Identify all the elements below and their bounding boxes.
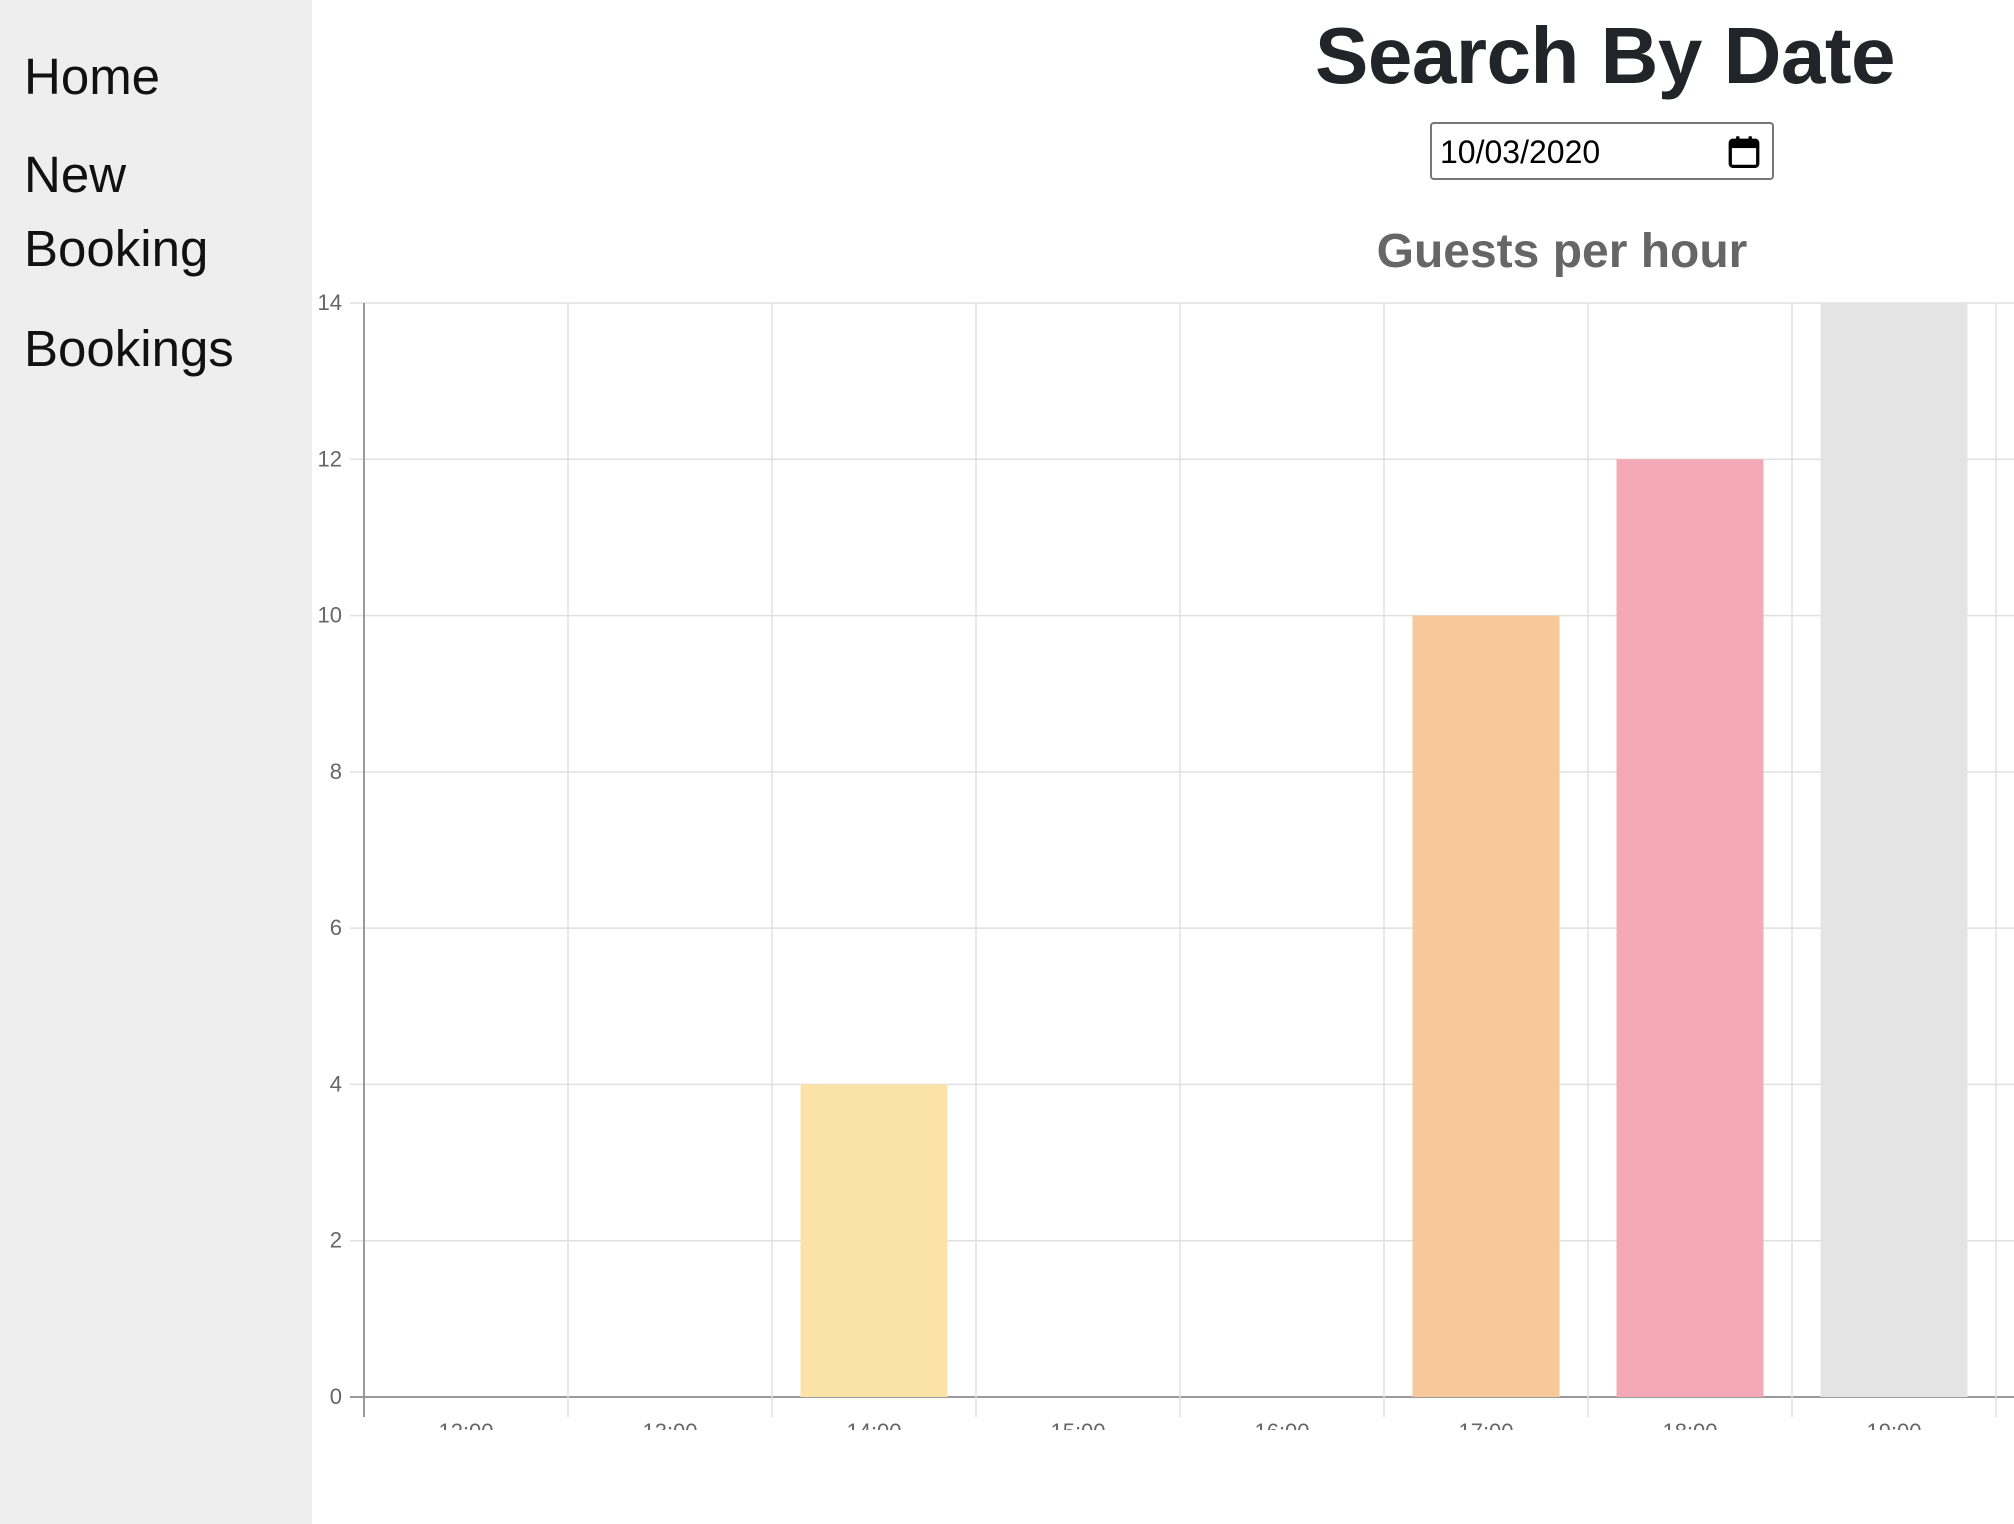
nav-link-new-booking-line2: Booking: [24, 220, 209, 277]
nav-link-bookings[interactable]: Bookings: [24, 312, 294, 386]
y-tick-label: 8: [330, 759, 342, 784]
bar[interactable]: [1412, 615, 1560, 1397]
y-tick-label: 0: [330, 1384, 342, 1409]
y-tick-label: 4: [330, 1071, 342, 1096]
y-tick-label: 2: [330, 1228, 342, 1253]
nav-link-new-booking[interactable]: New Booking: [24, 138, 294, 286]
date-input[interactable]: 10/03/2020: [1430, 122, 1774, 180]
bar[interactable]: [1820, 303, 1968, 1397]
bar-chart: Guests per hour 0 2 4 6 8 10 12 14 12:00 13:00 14:…: [318, 225, 2014, 1430]
y-tick-label: 6: [330, 915, 342, 940]
sidebar: Home New Booking Bookings: [0, 0, 312, 1524]
y-tick-label: 14: [318, 290, 342, 315]
x-tick-label: 13:00: [642, 1419, 697, 1430]
x-tick-label: 16:00: [1254, 1419, 1309, 1430]
chart-title: Guests per hour: [1377, 225, 1748, 278]
x-tick-label: 18:00: [1662, 1419, 1717, 1430]
nav-link-home[interactable]: Home: [24, 40, 294, 114]
date-input-value[interactable]: 10/03/2020: [1440, 134, 1600, 171]
x-tick-label: 14:00: [846, 1419, 901, 1430]
bar[interactable]: [800, 1084, 948, 1397]
x-tick-label: 12:00: [438, 1419, 493, 1430]
bar[interactable]: [1616, 459, 1764, 1397]
y-tick-label: 10: [318, 603, 342, 628]
calendar-icon[interactable]: [1728, 135, 1760, 169]
nav-link-new-booking-line1: New: [24, 146, 127, 203]
y-tick-label: 12: [318, 446, 342, 471]
page-title: Search By Date: [1315, 11, 1895, 100]
x-tick-label: 17:00: [1458, 1419, 1513, 1430]
x-tick-label: 19:00: [1866, 1419, 1921, 1430]
x-tick-label: 15:00: [1050, 1419, 1105, 1430]
